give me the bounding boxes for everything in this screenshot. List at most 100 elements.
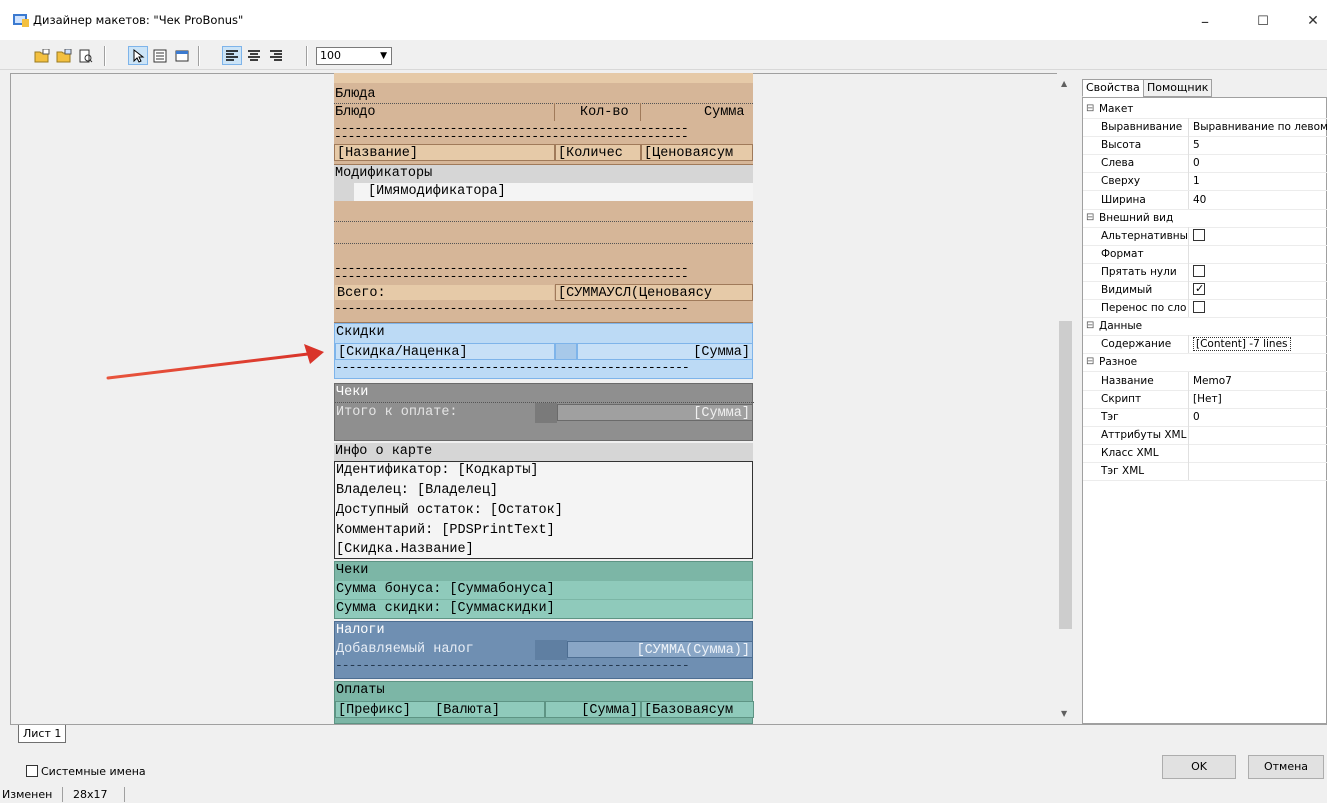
property-row[interactable]: Ширина 40	[1083, 190, 1327, 210]
property-value[interactable]	[1191, 245, 1327, 263]
checkbox-icon[interactable]	[1193, 228, 1205, 241]
total-value[interactable]: [СУММАУСЛ(Ценоваясу	[555, 284, 753, 301]
checked-checkbox-icon[interactable]	[1193, 281, 1205, 298]
field-name[interactable]: [Название]	[334, 144, 555, 161]
property-value[interactable]	[1191, 462, 1327, 480]
pointer-tool-icon[interactable]	[128, 46, 148, 65]
field-discount-name[interactable]: [Скидка/Наценка]	[335, 343, 555, 360]
field-modifier-name[interactable]: [Имямодификатора]	[368, 183, 506, 200]
property-row[interactable]: Выравнивание Выравнивание по левому	[1083, 118, 1327, 138]
preview-icon[interactable]	[76, 46, 96, 65]
field-base-sum[interactable]: [Базоваясум	[641, 701, 754, 718]
property-value[interactable]: 0	[1191, 408, 1327, 426]
align-left-icon[interactable]	[222, 46, 242, 65]
tax-value[interactable]: [СУММА(Сумма)]	[567, 641, 753, 658]
align-right-icon[interactable]	[266, 46, 286, 65]
band-payments[interactable]: Оплаты [Префикс] [Валюта] [Сумма] [Базов…	[334, 681, 754, 724]
band-taxes[interactable]: Налоги Добавляемый налог [СУММА(Сумма)] …	[334, 621, 753, 679]
property-category[interactable]: ⊟ Внешний вид	[1083, 209, 1327, 228]
field-discount-spacer[interactable]	[555, 343, 577, 360]
property-row[interactable]: Видимый	[1083, 281, 1327, 300]
save-folder-icon[interactable]	[54, 46, 74, 65]
ok-button[interactable]: OK	[1162, 755, 1236, 779]
system-names-checkbox[interactable]: Системные имена	[26, 765, 146, 778]
property-value[interactable]	[1191, 281, 1327, 299]
checks-total-label[interactable]: Итого к оплате:	[336, 404, 458, 421]
property-value[interactable]: Выравнивание по левому	[1191, 118, 1327, 136]
tax-label[interactable]: Добавляемый налог	[336, 641, 474, 658]
field-payment-sum[interactable]: [Сумма]	[545, 701, 641, 718]
property-category[interactable]: ⊟ Данные	[1083, 317, 1327, 337]
zoom-select[interactable]: 100 ▼	[316, 47, 392, 65]
property-row[interactable]: Прятать нули	[1083, 262, 1327, 282]
band-modifiers[interactable]: Модификаторы	[334, 165, 753, 183]
property-value[interactable]: [Content] -7 lines	[1191, 335, 1327, 353]
band-tool-icon[interactable]	[172, 46, 192, 65]
property-value-text: 1	[1193, 175, 1200, 188]
tab-helper[interactable]: Помощник	[1143, 79, 1213, 97]
cancel-button[interactable]: Отмена	[1248, 755, 1324, 779]
canvas-vertical-scrollbar[interactable]: ▲ ▼	[1057, 73, 1074, 724]
property-category[interactable]: ⊟ Разное	[1083, 353, 1327, 373]
property-category[interactable]: ⊟ Макет	[1083, 100, 1327, 119]
property-value[interactable]: 40	[1191, 191, 1327, 209]
total-label[interactable]: Всего:	[334, 284, 555, 301]
collapse-icon[interactable]: ⊟	[1086, 209, 1094, 227]
property-value[interactable]	[1191, 263, 1327, 281]
property-row[interactable]: Сверху 1	[1083, 172, 1327, 192]
collapse-icon[interactable]: ⊟	[1086, 317, 1094, 335]
field-discount-sum[interactable]: [Сумма]	[577, 343, 753, 360]
open-folder-icon[interactable]	[32, 46, 52, 65]
property-row[interactable]: Скрипт [Нет]	[1083, 389, 1327, 409]
discount-sum-row[interactable]: Сумма скидки: [Суммаскидки]	[335, 600, 752, 618]
property-row[interactable]: Слева 0	[1083, 154, 1327, 174]
scroll-down-icon[interactable]: ▼	[1061, 709, 1067, 718]
property-value[interactable]	[1191, 426, 1327, 444]
property-value[interactable]: 0	[1191, 154, 1327, 172]
field-qty[interactable]: [Количес	[555, 144, 641, 161]
card-info-memo[interactable]: Идентификатор: [Кодкарты] Владелец: [Вла…	[334, 461, 753, 559]
minimize-button[interactable]: –	[1182, 8, 1228, 34]
property-value[interactable]	[1191, 227, 1327, 245]
collapse-icon[interactable]: ⊟	[1086, 100, 1094, 118]
property-row[interactable]: Аттрибуты XML	[1083, 425, 1327, 445]
collapse-icon[interactable]: ⊟	[1086, 353, 1094, 371]
property-row[interactable]: Формат	[1083, 244, 1327, 264]
memo-tool-icon[interactable]	[150, 46, 170, 65]
property-row[interactable]: Высота 5	[1083, 136, 1327, 156]
band-dishes[interactable]: Блюда Блюдо Кол-во Сумма ---------------…	[334, 83, 753, 165]
property-value[interactable]: Memo7	[1191, 372, 1327, 390]
checkbox-icon[interactable]	[26, 765, 38, 777]
scroll-up-icon[interactable]: ▲	[1061, 79, 1067, 88]
property-row[interactable]: Перенос по сло	[1083, 299, 1327, 319]
property-value[interactable]	[1191, 299, 1327, 317]
bonus-sum-row[interactable]: Сумма бонуса: [Суммабонуса]	[335, 581, 752, 599]
band-checks[interactable]: Чеки Итого к оплате: [Сумма]	[334, 383, 754, 441]
property-value[interactable]: 1	[1191, 172, 1327, 190]
close-button[interactable]: ✕	[1290, 8, 1327, 34]
property-row[interactable]: Альтернативны	[1083, 226, 1327, 246]
field-sum[interactable]: [Ценоваясум	[641, 144, 753, 161]
property-row[interactable]: Тэг XML	[1083, 462, 1327, 481]
checkbox-icon[interactable]	[1193, 264, 1205, 277]
band-bonus[interactable]: Чеки Сумма бонуса: [Суммабонуса] Сумма с…	[334, 561, 753, 619]
property-value[interactable]	[1191, 444, 1327, 462]
maximize-button[interactable]: ☐	[1240, 8, 1286, 34]
band-total[interactable]: ----------------------------------------…	[334, 201, 753, 323]
property-value[interactable]: [Нет]	[1191, 390, 1327, 408]
sheet-tab-1[interactable]: Лист 1	[18, 725, 67, 743]
align-center-icon[interactable]	[244, 46, 264, 65]
checkbox-icon[interactable]	[1193, 301, 1205, 314]
property-row[interactable]: Содержание [Content] -7 lines	[1083, 335, 1327, 355]
property-value[interactable]: 5	[1191, 136, 1327, 154]
band-discounts[interactable]: Скидки [Скидка/Наценка] [Сумма] --------…	[334, 323, 753, 379]
property-row[interactable]: Тэг 0	[1083, 407, 1327, 427]
scrollbar-thumb[interactable]	[1059, 321, 1072, 629]
band-modifiers-detail[interactable]: [Имямодификатора]	[334, 183, 753, 201]
band-card-info[interactable]: Инфо о карте	[334, 443, 753, 461]
field-prefix-currency[interactable]: [Префикс] [Валюта]	[335, 701, 545, 718]
property-row[interactable]: Класс XML	[1083, 443, 1327, 463]
tab-properties[interactable]: Свойства	[1082, 79, 1144, 97]
property-row[interactable]: Название Memo7	[1083, 371, 1327, 391]
checks-total-value[interactable]: [Сумма]	[557, 404, 753, 421]
